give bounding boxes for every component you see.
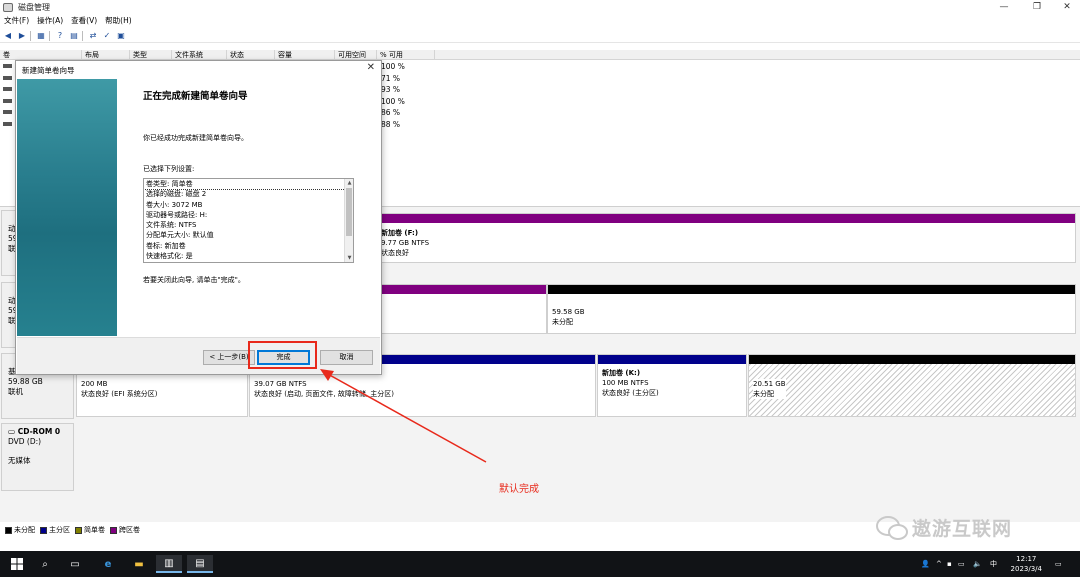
file-explorer-icon[interactable]: ▬ <box>128 555 150 573</box>
desktop-screen: 磁盘管理 — ❐ ✕ 文件(F) 操作(A) 查看(V) 帮助(H) ◀ ▶ ▦… <box>0 0 1080 577</box>
annotation-note: 默认完成 <box>499 484 539 495</box>
internet-explorer-icon[interactable]: e <box>97 555 119 573</box>
windows-start-icon[interactable] <box>8 555 26 573</box>
arrow-shaft <box>325 372 487 463</box>
search-icon[interactable]: ⌕ <box>36 555 54 573</box>
disk-management-taskbar-icon[interactable]: ▤ <box>187 555 213 573</box>
ime-indicator[interactable]: 中 <box>990 551 997 577</box>
person-icon[interactable]: 👤 <box>921 551 930 577</box>
network-icon[interactable]: ▭ <box>958 551 965 577</box>
server-manager-icon[interactable]: ▥ <box>156 555 182 573</box>
taskbar-clock[interactable]: 12:17 2023/3/4 <box>1011 554 1042 574</box>
notification-icon[interactable]: ▭ <box>1055 551 1062 577</box>
volume-icon[interactable]: 🔈 <box>973 551 982 577</box>
watermark-text: 遨游互联网 <box>912 518 1013 540</box>
wechat-logo-icon <box>876 516 908 540</box>
clock-date: 2023/3/4 <box>1010 565 1042 573</box>
tray-chevron-icon[interactable]: ^ <box>936 551 942 577</box>
task-view-icon[interactable]: ▭ <box>65 555 85 573</box>
tray-app-icon[interactable]: ▪ <box>947 551 952 577</box>
annotation-arrow <box>320 369 487 463</box>
taskbar: ⌕ ▭ e ▬ ▥ ▤ 👤 ^ ▪ ▭ 🔈 中 12:17 2023/3/4 ▭ <box>0 551 1080 577</box>
arrow-head <box>320 369 334 381</box>
clock-time: 12:17 <box>1016 555 1037 563</box>
